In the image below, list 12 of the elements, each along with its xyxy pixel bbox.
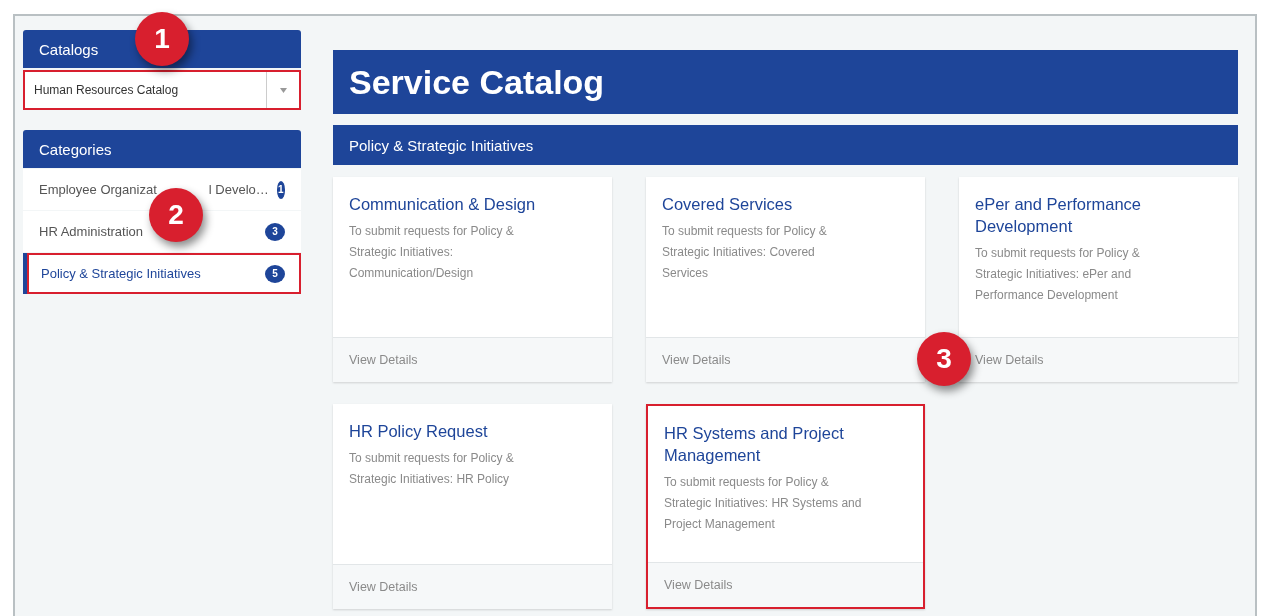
count-badge: 5 xyxy=(265,264,285,283)
panel-header: Categories xyxy=(23,130,301,168)
card-description: To submit requests for Policy & Strategic Initiatives: HR Policy xyxy=(349,450,515,488)
count-badge: 3 xyxy=(265,222,285,241)
card-description: To submit requests for Policy & Strategic Initiatives: ePer and Performance Development xyxy=(975,245,1141,304)
card-description: To submit requests for Policy & Strategic Initiatives: Covered Services xyxy=(662,223,828,282)
section-header: Policy & Strategic Initiatives xyxy=(333,125,1238,165)
count-badge: 1 xyxy=(276,180,285,199)
callout-badge: 1 xyxy=(135,12,189,66)
card-description: To submit requests for Policy & Strategic Initiatives: HR Systems and Project Management xyxy=(664,474,863,533)
card-description: To submit requests for Policy & Strategic Initiatives: Communication/Design xyxy=(349,223,515,282)
page-title: Service Catalog xyxy=(333,50,1238,114)
